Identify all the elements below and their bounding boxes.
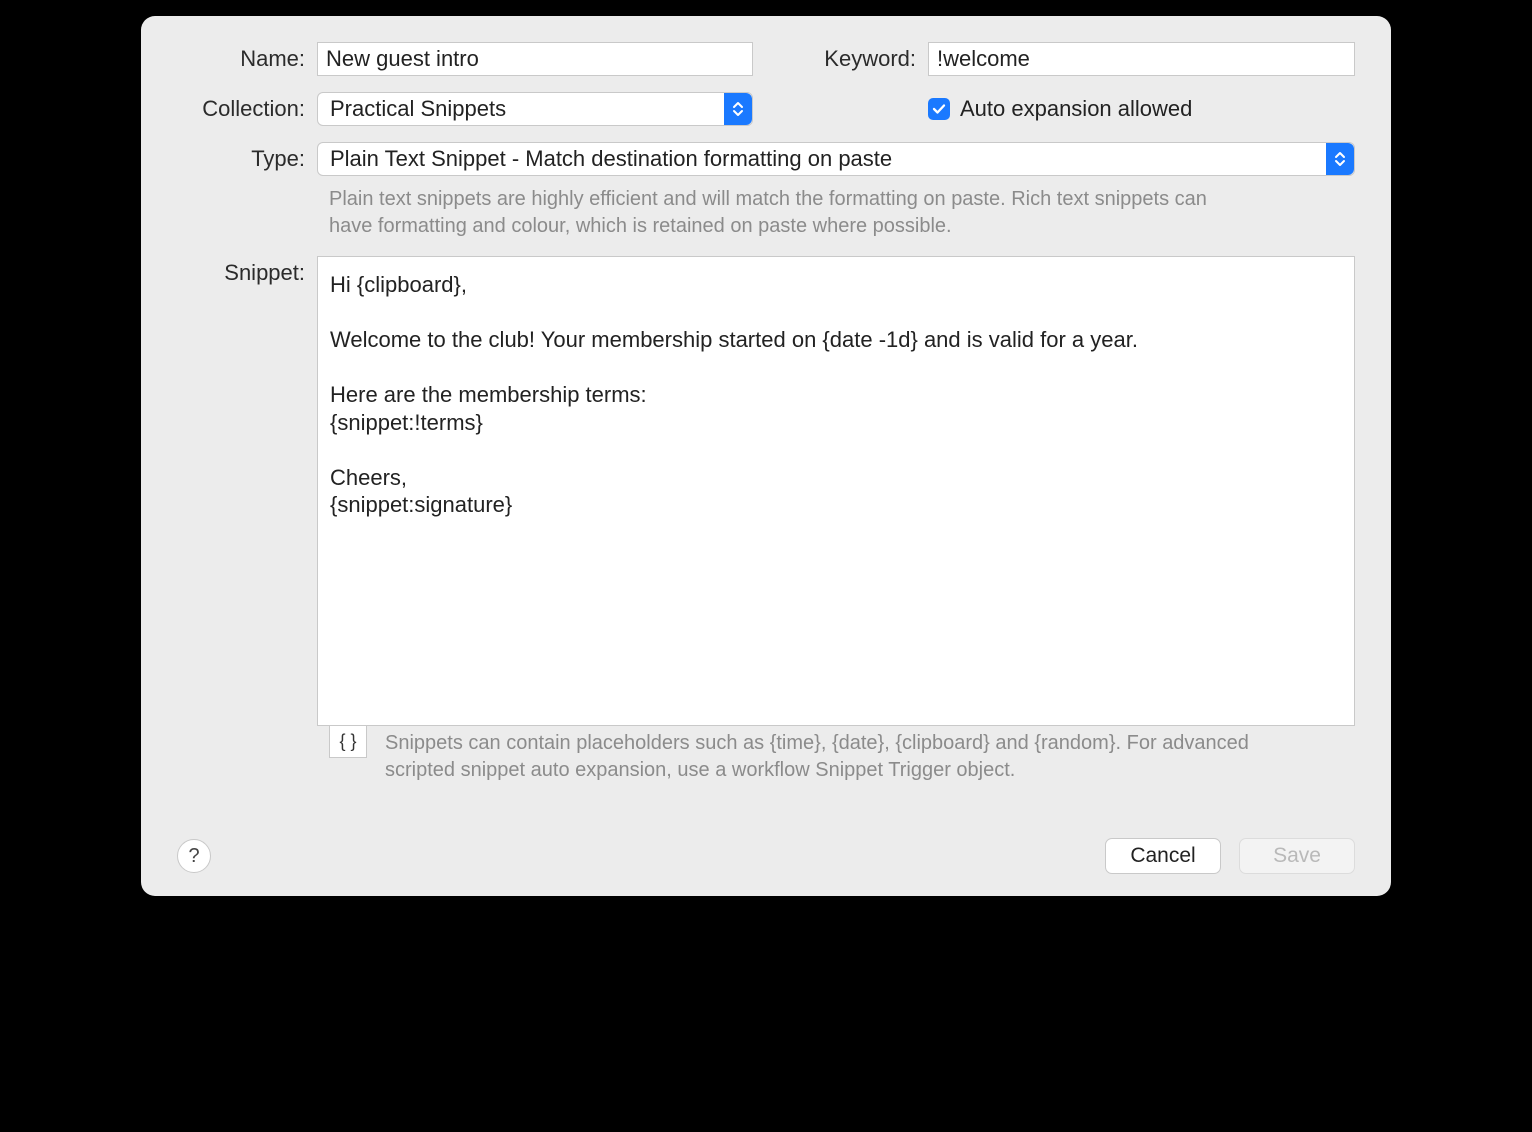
help-button[interactable]: ? — [177, 839, 211, 873]
auto-expansion-label: Auto expansion allowed — [960, 96, 1192, 122]
name-input[interactable] — [317, 42, 753, 76]
type-hint: Plain text snippets are highly efficient… — [329, 186, 1239, 240]
collection-select-value: Practical Snippets — [330, 96, 506, 122]
help-icon: ? — [188, 845, 199, 868]
snippet-editor-window: Name: Keyword: Collection: Practical Sni… — [141, 16, 1391, 896]
chevron-up-down-icon — [1326, 143, 1354, 175]
auto-expansion-checkbox[interactable] — [928, 98, 950, 120]
cancel-button[interactable]: Cancel — [1105, 838, 1221, 874]
row-type: Type: Plain Text Snippet - Match destina… — [177, 142, 1355, 176]
chevron-up-down-icon — [724, 93, 752, 125]
save-button[interactable]: Save — [1239, 838, 1355, 874]
snippet-hint: Snippets can contain placeholders such a… — [385, 726, 1285, 784]
auto-expansion-checkbox-row: Auto expansion allowed — [928, 96, 1192, 122]
type-select[interactable]: Plain Text Snippet - Match destination f… — [317, 142, 1355, 176]
snippet-footer: { } Snippets can contain placeholders su… — [329, 726, 1355, 784]
collection-select[interactable]: Practical Snippets — [317, 92, 753, 126]
keyword-label: Keyword: — [753, 46, 928, 72]
row-collection: Collection: Practical Snippets Auto expa… — [177, 92, 1355, 126]
row-name-keyword: Name: Keyword: — [177, 42, 1355, 76]
snippet-textarea[interactable] — [317, 256, 1355, 726]
collection-label: Collection: — [177, 96, 317, 122]
name-label: Name: — [177, 46, 317, 72]
placeholder-insert-button[interactable]: { } — [329, 726, 367, 758]
bottom-bar: ? Cancel Save — [177, 838, 1355, 874]
type-select-value: Plain Text Snippet - Match destination f… — [330, 146, 892, 172]
type-label: Type: — [177, 146, 317, 172]
keyword-input[interactable] — [928, 42, 1355, 76]
row-snippet: Snippet: — [177, 256, 1355, 726]
snippet-label: Snippet: — [177, 256, 317, 286]
braces-icon: { } — [339, 731, 356, 752]
